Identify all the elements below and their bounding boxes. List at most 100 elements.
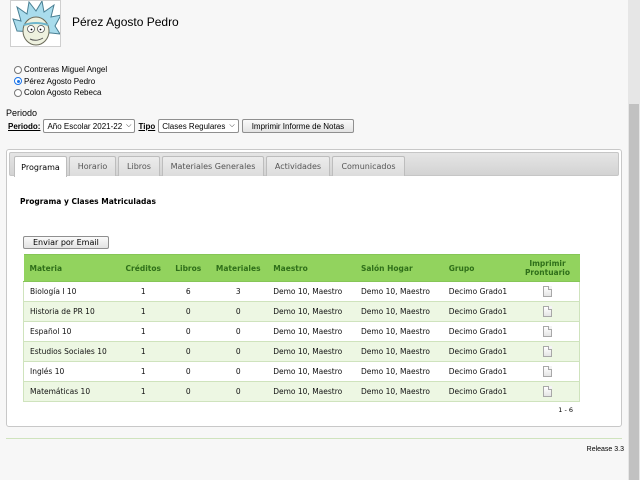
tab-horario[interactable]: Horario (69, 156, 116, 176)
tab-comunicados[interactable]: Comunicados (332, 156, 405, 176)
cell-materiales: 0 (209, 301, 268, 322)
cell-creditos: 1 (119, 361, 168, 382)
student-option-colon[interactable]: Colon Agosto Rebeca (14, 87, 107, 99)
cell-maestro: Demo 10, Maestro (267, 361, 355, 382)
radio-button[interactable] (14, 65, 22, 74)
chevron-down-icon: ⌵ (126, 122, 132, 129)
student-selector: Contreras Miguel Angel Pérez Agosto Pedr… (14, 64, 107, 99)
cell-maestro: Demo 10, Maestro (267, 341, 355, 362)
document-icon[interactable] (542, 386, 552, 397)
radio-button-selected[interactable] (14, 77, 22, 86)
cell-imprimir (515, 301, 581, 322)
cell-creditos: 1 (119, 341, 168, 362)
document-icon[interactable] (542, 326, 552, 337)
cell-creditos: 1 (119, 281, 168, 302)
cell-creditos: 1 (119, 321, 168, 342)
filter-bar: Periodo: Año Escolar 2021-22 ⌵ Tipo Clas… (8, 119, 355, 133)
cell-libros: 0 (167, 381, 210, 402)
classes-table: Materia Créditos Libros Materiales Maest… (23, 254, 581, 402)
cell-salon-hogar: Demo 10, Maestro (354, 341, 443, 362)
table-row: Historia de PR 10 1 0 0 Demo 10, Maestro… (23, 301, 581, 322)
table-row: Inglés 10 1 0 0 Demo 10, Maestro Demo 10… (23, 361, 581, 382)
table-row: Español 10 1 0 0 Demo 10, Maestro Demo 1… (23, 321, 581, 342)
document-icon[interactable] (542, 346, 552, 357)
table-header-row: Materia Créditos Libros Materiales Maest… (23, 254, 580, 282)
cell-materia: Biología I 10 (23, 281, 120, 302)
cell-creditos: 1 (119, 301, 168, 322)
column-header-creditos[interactable]: Créditos (119, 254, 168, 282)
tab-bar: Programa Horario Libros Materiales Gener… (9, 152, 619, 177)
student-avatar (10, 0, 61, 47)
cell-materia: Español 10 (23, 321, 120, 342)
footer-divider (6, 438, 622, 439)
tipo-select-value: Clases Regulares (162, 121, 226, 131)
cell-maestro: Demo 10, Maestro (267, 321, 355, 342)
cell-materia: Historia de PR 10 (23, 301, 120, 322)
table-row: Estudios Sociales 10 1 0 0 Demo 10, Maes… (23, 341, 581, 362)
cell-salon-hogar: Demo 10, Maestro (354, 281, 443, 302)
document-icon[interactable] (542, 286, 552, 297)
cell-libros: 0 (167, 361, 210, 382)
cell-libros: 0 (167, 301, 210, 322)
cell-imprimir (515, 341, 581, 362)
column-header-salon-hogar[interactable]: Salón Hogar (354, 254, 443, 282)
cell-maestro: Demo 10, Maestro (267, 381, 355, 402)
tab-actividades[interactable]: Actividades (266, 156, 330, 176)
radio-button[interactable] (14, 88, 22, 97)
table-row: Biología I 10 1 6 3 Demo 10, Maestro Dem… (23, 281, 581, 302)
student-option-label: Colon Agosto Rebeca (24, 88, 102, 98)
cell-imprimir (515, 281, 581, 302)
cell-libros: 0 (167, 341, 210, 362)
cell-grupo: Decimo Grado1 (442, 321, 516, 342)
cell-salon-hogar: Demo 10, Maestro (354, 361, 443, 382)
cell-salon-hogar: Demo 10, Maestro (354, 321, 443, 342)
cell-materiales: 3 (209, 281, 268, 302)
scrollbar-thumb[interactable] (629, 104, 639, 480)
section-title: Programa y Clases Matriculadas (20, 197, 156, 206)
periodo-select[interactable]: Año Escolar 2021-22 ⌵ (43, 119, 136, 133)
cell-imprimir (515, 321, 581, 342)
document-icon[interactable] (542, 306, 552, 317)
periodo-select-value: Año Escolar 2021-22 (47, 121, 123, 131)
cell-maestro: Demo 10, Maestro (267, 281, 355, 302)
cell-materia: Estudios Sociales 10 (23, 341, 120, 362)
content-panel: Programa Horario Libros Materiales Gener… (6, 149, 622, 427)
student-option-perez[interactable]: Pérez Agosto Pedro (14, 76, 107, 88)
column-header-materia[interactable]: Materia (23, 254, 120, 282)
column-header-materiales[interactable]: Materiales (209, 254, 268, 282)
student-option-label: Contreras Miguel Angel (24, 65, 108, 75)
column-header-grupo[interactable]: Grupo (442, 254, 516, 282)
column-header-imprimir-prontuario[interactable]: Imprimir Prontuario (515, 254, 580, 282)
document-icon[interactable] (542, 366, 552, 377)
tipo-label: Tipo (138, 121, 156, 131)
send-email-button[interactable]: Enviar por Email (23, 236, 109, 249)
release-version: Release 3.3 (586, 446, 624, 453)
tab-libros[interactable]: Libros (118, 156, 160, 176)
table-row: Matemáticas 10 1 0 0 Demo 10, Maestro De… (23, 381, 581, 402)
print-report-button[interactable]: Imprimir Informe de Notas (241, 119, 355, 133)
cell-grupo: Decimo Grado1 (442, 381, 516, 402)
cell-imprimir (515, 381, 581, 402)
column-header-maestro[interactable]: Maestro (267, 254, 355, 282)
student-name: Pérez Agosto Pedro (72, 15, 179, 29)
cell-maestro: Demo 10, Maestro (267, 301, 355, 322)
column-header-libros[interactable]: Libros (167, 254, 210, 282)
rick-avatar-icon (11, 1, 60, 46)
cell-salon-hogar: Demo 10, Maestro (354, 301, 443, 322)
tipo-select[interactable]: Clases Regulares ⌵ (158, 119, 239, 133)
cell-materiales: 0 (209, 361, 268, 382)
cell-libros: 6 (167, 281, 210, 302)
cell-grupo: Decimo Grado1 (442, 281, 516, 302)
cell-materia: Inglés 10 (23, 361, 120, 382)
cell-materiales: 0 (209, 381, 268, 402)
student-option-contreras[interactable]: Contreras Miguel Angel (14, 64, 107, 76)
cell-salon-hogar: Demo 10, Maestro (354, 381, 443, 402)
tab-programa[interactable]: Programa (14, 156, 67, 177)
student-option-label: Pérez Agosto Pedro (24, 76, 96, 86)
cell-grupo: Decimo Grado1 (442, 301, 516, 322)
pager-info: 1 - 6 (558, 406, 573, 414)
page-scrollbar[interactable] (628, 0, 640, 480)
cell-libros: 0 (167, 321, 210, 342)
chevron-down-icon: ⌵ (229, 122, 235, 129)
tab-materiales-generales[interactable]: Materiales Generales (162, 156, 264, 176)
